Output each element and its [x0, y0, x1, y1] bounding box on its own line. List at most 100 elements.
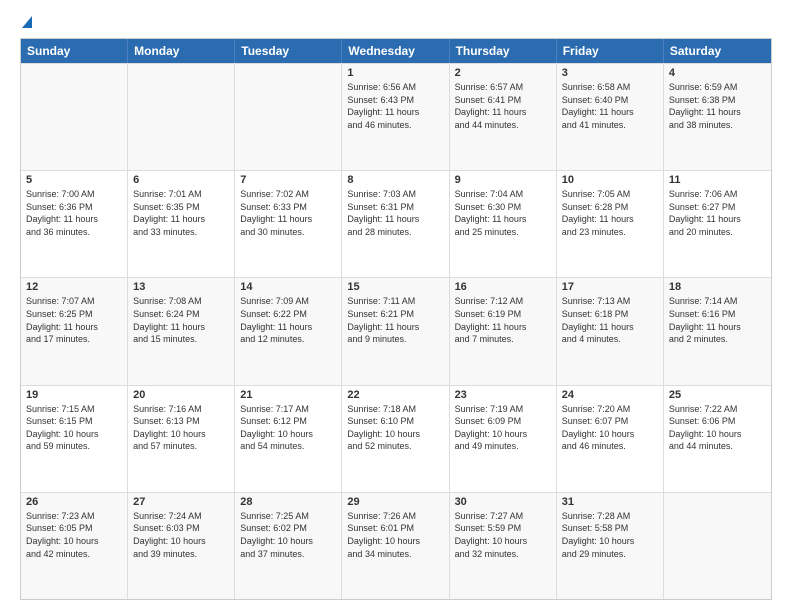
day-detail: Sunrise: 7:27 AM Sunset: 5:59 PM Dayligh… — [455, 510, 551, 560]
header-day-monday: Monday — [128, 39, 235, 63]
day-detail: Sunrise: 7:04 AM Sunset: 6:30 PM Dayligh… — [455, 188, 551, 238]
cell-week3-day6: 17 Sunrise: 7:13 AM Sunset: 6:18 PM Dayli… — [557, 278, 664, 384]
calendar-header-row: SundayMondayTuesdayWednesdayThursdayFrid… — [21, 39, 771, 63]
day-detail: Sunrise: 7:15 AM Sunset: 6:15 PM Dayligh… — [26, 403, 122, 453]
cell-week2-day6: 10 Sunrise: 7:05 AM Sunset: 6:28 PM Dayli… — [557, 171, 664, 277]
page: SundayMondayTuesdayWednesdayThursdayFrid… — [0, 0, 792, 612]
day-number: 18 — [669, 281, 766, 293]
header-day-wednesday: Wednesday — [342, 39, 449, 63]
day-detail: Sunrise: 7:16 AM Sunset: 6:13 PM Dayligh… — [133, 403, 229, 453]
day-detail: Sunrise: 6:57 AM Sunset: 6:41 PM Dayligh… — [455, 81, 551, 131]
day-detail: Sunrise: 7:28 AM Sunset: 5:58 PM Dayligh… — [562, 510, 658, 560]
logo-triangle-icon — [22, 16, 32, 28]
day-number: 16 — [455, 281, 551, 293]
cell-week3-day5: 16 Sunrise: 7:12 AM Sunset: 6:19 PM Dayli… — [450, 278, 557, 384]
calendar-week-3: 12 Sunrise: 7:07 AM Sunset: 6:25 PM Dayli… — [21, 277, 771, 384]
logo — [20, 16, 32, 28]
day-number: 4 — [669, 67, 766, 79]
day-detail: Sunrise: 7:18 AM Sunset: 6:10 PM Dayligh… — [347, 403, 443, 453]
cell-week5-day3: 28Sunrise: 7:25 AM Sunset: 6:02 PM Dayli… — [235, 493, 342, 599]
cell-week4-day7: 25 Sunrise: 7:22 AM Sunset: 6:06 PM Dayli… — [664, 386, 771, 492]
calendar-week-5: 26 Sunrise: 7:23 AM Sunset: 6:05 PM Dayli… — [21, 492, 771, 599]
day-number: 2 — [455, 67, 551, 79]
day-number: 5 — [26, 174, 122, 186]
calendar-week-4: 19 Sunrise: 7:15 AM Sunset: 6:15 PM Dayli… — [21, 385, 771, 492]
day-detail: Sunrise: 7:07 AM Sunset: 6:25 PM Dayligh… — [26, 295, 122, 345]
calendar: SundayMondayTuesdayWednesdayThursdayFrid… — [20, 38, 772, 600]
day-number: 19 — [26, 389, 122, 401]
cell-week1-day3 — [235, 64, 342, 170]
day-number: 20 — [133, 389, 229, 401]
cell-week4-day2: 20 Sunrise: 7:16 AM Sunset: 6:13 PM Dayli… — [128, 386, 235, 492]
cell-week4-day3: 21 Sunrise: 7:17 AM Sunset: 6:12 PM Dayli… — [235, 386, 342, 492]
day-detail: Sunrise: 7:24 AM Sunset: 6:03 PM Dayligh… — [133, 510, 229, 560]
day-detail: Sunrise: 7:00 AM Sunset: 6:36 PM Dayligh… — [26, 188, 122, 238]
cell-week5-day6: 31 Sunrise: 7:28 AM Sunset: 5:58 PM Dayli… — [557, 493, 664, 599]
day-detail: Sunrise: 7:19 AM Sunset: 6:09 PM Dayligh… — [455, 403, 551, 453]
day-detail: Sunrise: 7:20 AM Sunset: 6:07 PM Dayligh… — [562, 403, 658, 453]
day-detail: Sunrise: 7:14 AM Sunset: 6:16 PM Dayligh… — [669, 295, 766, 345]
header-day-sunday: Sunday — [21, 39, 128, 63]
cell-week3-day1: 12 Sunrise: 7:07 AM Sunset: 6:25 PM Dayli… — [21, 278, 128, 384]
day-detail: Sunrise: 6:59 AM Sunset: 6:38 PM Dayligh… — [669, 81, 766, 131]
day-detail: Sunrise: 7:12 AM Sunset: 6:19 PM Dayligh… — [455, 295, 551, 345]
cell-week1-day6: 3Sunrise: 6:58 AM Sunset: 6:40 PM Daylig… — [557, 64, 664, 170]
cell-week1-day4: 1 Sunrise: 6:56 AM Sunset: 6:43 PM Daylig… — [342, 64, 449, 170]
day-number: 3 — [562, 67, 658, 79]
day-number: 27 — [133, 496, 229, 508]
day-number: 21 — [240, 389, 336, 401]
cell-week5-day2: 27 Sunrise: 7:24 AM Sunset: 6:03 PM Dayli… — [128, 493, 235, 599]
header — [20, 16, 772, 28]
day-detail: Sunrise: 7:06 AM Sunset: 6:27 PM Dayligh… — [669, 188, 766, 238]
cell-week2-day5: 9 Sunrise: 7:04 AM Sunset: 6:30 PM Daylig… — [450, 171, 557, 277]
cell-week1-day5: 2 Sunrise: 6:57 AM Sunset: 6:41 PM Daylig… — [450, 64, 557, 170]
cell-week2-day3: 7Sunrise: 7:02 AM Sunset: 6:33 PM Daylig… — [235, 171, 342, 277]
day-number: 6 — [133, 174, 229, 186]
header-day-saturday: Saturday — [664, 39, 771, 63]
day-detail: Sunrise: 7:13 AM Sunset: 6:18 PM Dayligh… — [562, 295, 658, 345]
day-detail: Sunrise: 7:08 AM Sunset: 6:24 PM Dayligh… — [133, 295, 229, 345]
day-number: 1 — [347, 67, 443, 79]
day-number: 31 — [562, 496, 658, 508]
day-detail: Sunrise: 7:01 AM Sunset: 6:35 PM Dayligh… — [133, 188, 229, 238]
day-number: 12 — [26, 281, 122, 293]
day-detail: Sunrise: 7:02 AM Sunset: 6:33 PM Dayligh… — [240, 188, 336, 238]
day-detail: Sunrise: 6:56 AM Sunset: 6:43 PM Dayligh… — [347, 81, 443, 131]
cell-week5-day7 — [664, 493, 771, 599]
cell-week3-day2: 13Sunrise: 7:08 AM Sunset: 6:24 PM Dayli… — [128, 278, 235, 384]
cell-week3-day4: 15 Sunrise: 7:11 AM Sunset: 6:21 PM Dayli… — [342, 278, 449, 384]
day-number: 25 — [669, 389, 766, 401]
day-detail: Sunrise: 7:17 AM Sunset: 6:12 PM Dayligh… — [240, 403, 336, 453]
day-number: 23 — [455, 389, 551, 401]
day-number: 8 — [347, 174, 443, 186]
cell-week1-day1 — [21, 64, 128, 170]
cell-week2-day7: 11 Sunrise: 7:06 AM Sunset: 6:27 PM Dayli… — [664, 171, 771, 277]
header-day-tuesday: Tuesday — [235, 39, 342, 63]
day-detail: Sunrise: 7:22 AM Sunset: 6:06 PM Dayligh… — [669, 403, 766, 453]
day-number: 29 — [347, 496, 443, 508]
day-detail: Sunrise: 7:11 AM Sunset: 6:21 PM Dayligh… — [347, 295, 443, 345]
calendar-body: 1 Sunrise: 6:56 AM Sunset: 6:43 PM Daylig… — [21, 63, 771, 599]
day-detail: Sunrise: 7:05 AM Sunset: 6:28 PM Dayligh… — [562, 188, 658, 238]
header-day-thursday: Thursday — [450, 39, 557, 63]
header-day-friday: Friday — [557, 39, 664, 63]
day-number: 15 — [347, 281, 443, 293]
cell-week2-day2: 6 Sunrise: 7:01 AM Sunset: 6:35 PM Daylig… — [128, 171, 235, 277]
day-detail: Sunrise: 7:23 AM Sunset: 6:05 PM Dayligh… — [26, 510, 122, 560]
day-number: 17 — [562, 281, 658, 293]
cell-week5-day5: 30Sunrise: 7:27 AM Sunset: 5:59 PM Dayli… — [450, 493, 557, 599]
cell-week4-day5: 23 Sunrise: 7:19 AM Sunset: 6:09 PM Dayli… — [450, 386, 557, 492]
day-number: 9 — [455, 174, 551, 186]
calendar-week-1: 1 Sunrise: 6:56 AM Sunset: 6:43 PM Daylig… — [21, 63, 771, 170]
day-detail: Sunrise: 7:26 AM Sunset: 6:01 PM Dayligh… — [347, 510, 443, 560]
day-detail: Sunrise: 7:09 AM Sunset: 6:22 PM Dayligh… — [240, 295, 336, 345]
day-number: 14 — [240, 281, 336, 293]
day-number: 10 — [562, 174, 658, 186]
day-number: 26 — [26, 496, 122, 508]
cell-week5-day1: 26 Sunrise: 7:23 AM Sunset: 6:05 PM Dayli… — [21, 493, 128, 599]
day-number: 28 — [240, 496, 336, 508]
day-number: 11 — [669, 174, 766, 186]
cell-week2-day1: 5 Sunrise: 7:00 AM Sunset: 6:36 PM Daylig… — [21, 171, 128, 277]
day-number: 24 — [562, 389, 658, 401]
cell-week4-day1: 19 Sunrise: 7:15 AM Sunset: 6:15 PM Dayli… — [21, 386, 128, 492]
